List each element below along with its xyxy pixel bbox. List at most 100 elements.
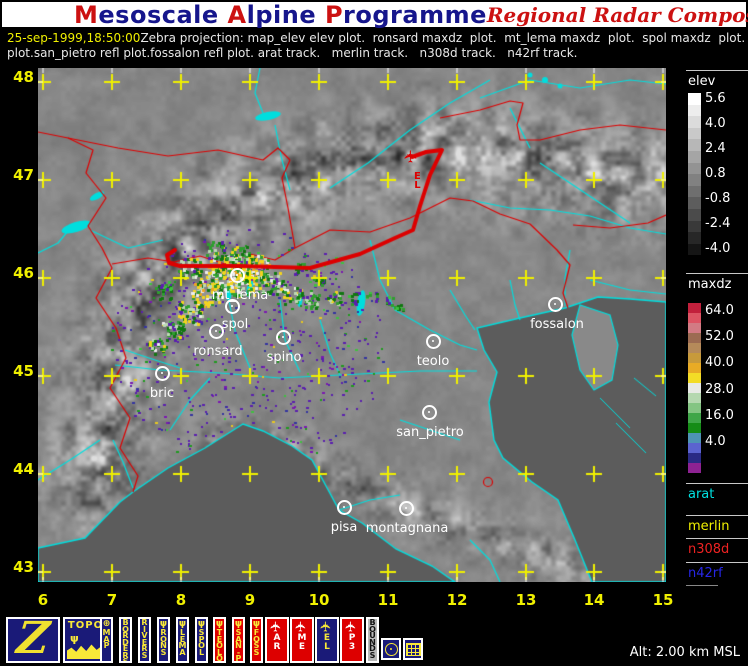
toolbar-button-rivers[interactable]: R I V E R S: [138, 617, 151, 663]
toolbar-button-teolo[interactable]: ψT E O L O: [213, 617, 226, 663]
toolbar-button-map[interactable]: ⊕M A P: [100, 617, 113, 663]
dish-icon: ψ: [70, 632, 79, 645]
app-title-segment: M: [74, 1, 98, 29]
toolbar-button-lema[interactable]: ψL E M A: [176, 617, 189, 663]
legend-swatch: [688, 139, 701, 151]
toolbar-button-spol[interactable]: ψS P O L: [195, 617, 208, 663]
station-marker-ronsard[interactable]: [209, 324, 224, 339]
legend-swatch: [688, 423, 701, 433]
track-legend-arat: arat: [688, 487, 714, 502]
station-label-bric: bric: [150, 386, 174, 401]
aircraft-icon: ✈: [404, 149, 421, 163]
legend-swatch: [688, 186, 701, 198]
maxdz-colorbar: [688, 303, 701, 473]
legend-swatch: [688, 393, 701, 403]
legend-swatch: [688, 373, 701, 383]
app-title-segment: lpine: [247, 1, 325, 29]
legend-swatch: [688, 333, 701, 343]
station-marker-san_pietro[interactable]: [422, 405, 437, 420]
toolbar-button-bounds[interactable]: B O U N D S: [366, 617, 379, 663]
maxdz-legend-label: 40.0: [705, 355, 734, 370]
station-label-san_pietro: san_pietro: [396, 425, 463, 440]
legend-swatch: [688, 232, 701, 244]
legend-swatch: [688, 413, 701, 423]
legend-swatch: [688, 323, 701, 333]
lat-tick-label-48: 48: [2, 68, 34, 86]
app-title: Mesoscale Alpine Programme: [74, 1, 487, 29]
station-label-pisa: pisa: [331, 520, 358, 535]
projection-info: Zebra projection: map_elev elev plot. ro…: [140, 31, 748, 45]
lat-tick-label-47: 47: [2, 166, 34, 184]
sidebar-divider: [686, 515, 748, 516]
legend-swatch: [688, 433, 701, 443]
toolbar-button-foss[interactable]: ψF O S S: [250, 617, 263, 663]
legend-swatch: [688, 403, 701, 413]
station-marker-bric[interactable]: [155, 366, 170, 381]
station-label-teolo: teolo: [417, 354, 450, 369]
toolbar-button-label: M A P: [103, 630, 111, 650]
legend-swatch: [688, 363, 701, 373]
station-marker-teolo[interactable]: [426, 334, 441, 349]
lon-tick-label-8: 8: [166, 591, 196, 609]
toolbar-button-rons[interactable]: ψR O N S: [157, 617, 170, 663]
lon-tick-label-7: 7: [97, 591, 127, 609]
sidebar-divider: [686, 70, 748, 71]
legend-swatch: [688, 303, 701, 313]
lat-tick-label-46: 46: [2, 264, 34, 282]
legend-swatch: [688, 197, 701, 209]
toolbar-button-grid-icon[interactable]: [403, 638, 423, 660]
maxdz-legend-label: 64.0: [705, 303, 734, 318]
station-marker-spino[interactable]: [276, 330, 291, 345]
legend-swatch: [688, 463, 701, 473]
app-title-segment: P: [325, 1, 343, 29]
legend-swatch: [688, 453, 701, 463]
toolbar-button-label: B O R D E R S: [122, 620, 129, 663]
toolbar-button-ar[interactable]: ✈A R: [265, 617, 289, 663]
plane-icon: ✈: [269, 621, 284, 633]
legend-swatch: [688, 174, 701, 186]
station-marker-mt_lema[interactable]: [230, 268, 245, 283]
grid-icon: [406, 643, 421, 656]
legend-swatch: [688, 93, 701, 105]
toolbar-button-label: R I V E R S: [141, 620, 147, 659]
toolbar-button-borders[interactable]: B O R D E R S: [119, 617, 132, 663]
maxdz-legend-title: maxdz: [688, 277, 731, 292]
track-legend-merlin: merlin: [688, 519, 729, 534]
legend-swatch: [688, 383, 701, 393]
elev-colorbar: [688, 93, 701, 255]
station-label-ronsard: ronsard: [193, 344, 242, 359]
plane-icon: ✈: [344, 621, 359, 633]
lon-tick-label-9: 9: [235, 591, 265, 609]
title-bar: Mesoscale Alpine Programme Regional Rada…: [2, 2, 746, 27]
toolbar-button-target-icon[interactable]: [381, 638, 401, 660]
toolbar-button-label: F O S S: [253, 630, 260, 656]
toolbar-button-el[interactable]: ✈E L: [315, 617, 339, 663]
toolbar-button-san-p[interactable]: ψS A N - P: [232, 617, 245, 663]
timestamp: 25-sep-1999,18:50:00: [7, 31, 140, 45]
station-marker-fossalon[interactable]: [548, 297, 563, 312]
legend-swatch: [688, 151, 701, 163]
legend-swatch: [688, 244, 701, 256]
toolbar-button-label: P 3: [349, 634, 356, 652]
lon-tick-label-13: 13: [511, 591, 541, 609]
track-legend-n308d: n308d: [688, 542, 729, 557]
station-marker-pisa[interactable]: [337, 500, 352, 515]
lon-tick-label-10: 10: [304, 591, 334, 609]
legend-swatch: [688, 209, 701, 221]
lon-tick-label-11: 11: [373, 591, 403, 609]
toolbar-button-p3[interactable]: ✈P 3: [340, 617, 364, 663]
sidebar-divider: [686, 585, 718, 586]
toolbar-button-me[interactable]: ✈M E: [290, 617, 314, 663]
toolbar-button-z[interactable]: Z: [6, 617, 60, 663]
track-legend-n42rf: n42rf: [688, 566, 723, 581]
target-icon: [385, 643, 398, 656]
lat-tick-label-43: 43: [2, 558, 34, 576]
station-marker-spol[interactable]: [225, 299, 240, 314]
toolbar-button-label: A R: [274, 634, 281, 652]
app-title-segment: esoscale: [98, 1, 227, 29]
elev-legend-label: -4.0: [705, 241, 730, 256]
station-marker-montagnana[interactable]: [399, 501, 414, 516]
legend-swatch: [688, 343, 701, 353]
legend-swatch: [688, 128, 701, 140]
lat-tick-label-44: 44: [2, 460, 34, 478]
